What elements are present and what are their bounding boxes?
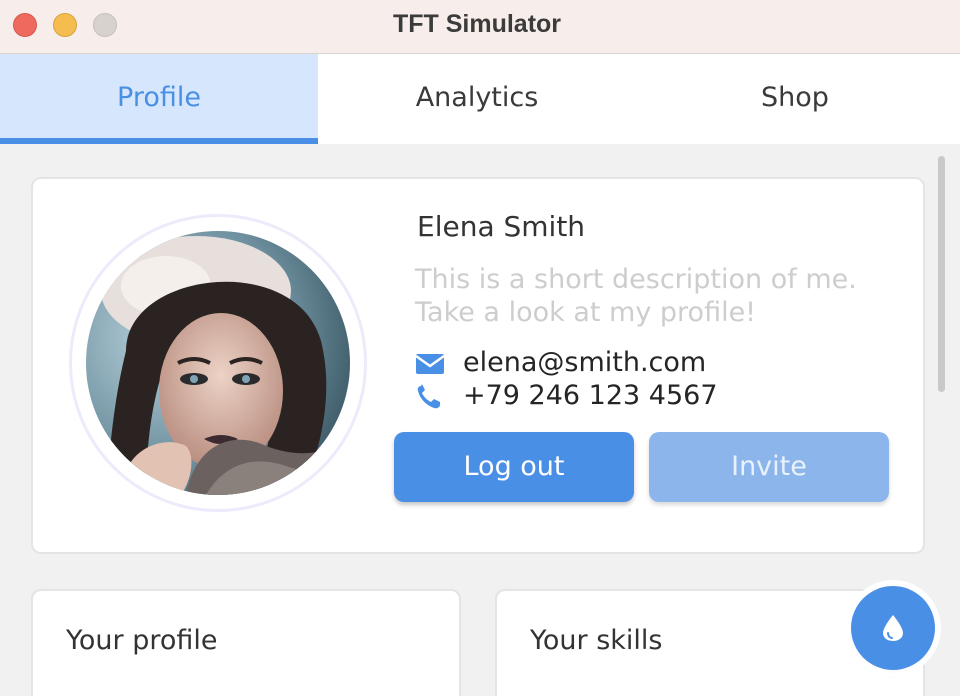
- vertical-scrollbar[interactable]: [938, 156, 945, 392]
- avatar-frame: [69, 214, 367, 512]
- profile-description: This is a short description of me. Take …: [415, 264, 857, 328]
- title-bar: TFT Simulator: [0, 0, 960, 54]
- tab-analytics[interactable]: Analytics: [318, 54, 636, 144]
- logout-button[interactable]: Log out: [394, 432, 634, 502]
- profile-name: Elena Smith: [417, 210, 586, 243]
- main-content: Elena Smith This is a short description …: [0, 144, 960, 696]
- tab-bar: Profile Analytics Shop: [0, 54, 960, 144]
- tab-profile[interactable]: Profile: [0, 54, 318, 144]
- phone-icon: [417, 384, 440, 409]
- theme-toggle-button[interactable]: [851, 586, 935, 670]
- envelope-icon: [415, 354, 445, 374]
- app-window: TFT Simulator Profile Analytics Shop Ele…: [0, 0, 960, 696]
- avatar: [86, 231, 350, 495]
- tab-shop[interactable]: Shop: [636, 54, 954, 144]
- user-photo-icon: [86, 231, 350, 495]
- email-text[interactable]: elena@smith.com: [463, 347, 706, 378]
- profile-card: Elena Smith This is a short description …: [31, 177, 925, 554]
- invite-button[interactable]: Invite: [649, 432, 889, 502]
- phone-text[interactable]: +79 246 123 4567: [463, 380, 718, 411]
- your-profile-title: Your profile: [66, 625, 218, 656]
- window-title: TFT Simulator: [392, 10, 562, 38]
- water-drop-icon: [883, 615, 903, 641]
- your-skills-title: Your skills: [530, 625, 663, 656]
- your-profile-card[interactable]: Your profile: [31, 589, 461, 696]
